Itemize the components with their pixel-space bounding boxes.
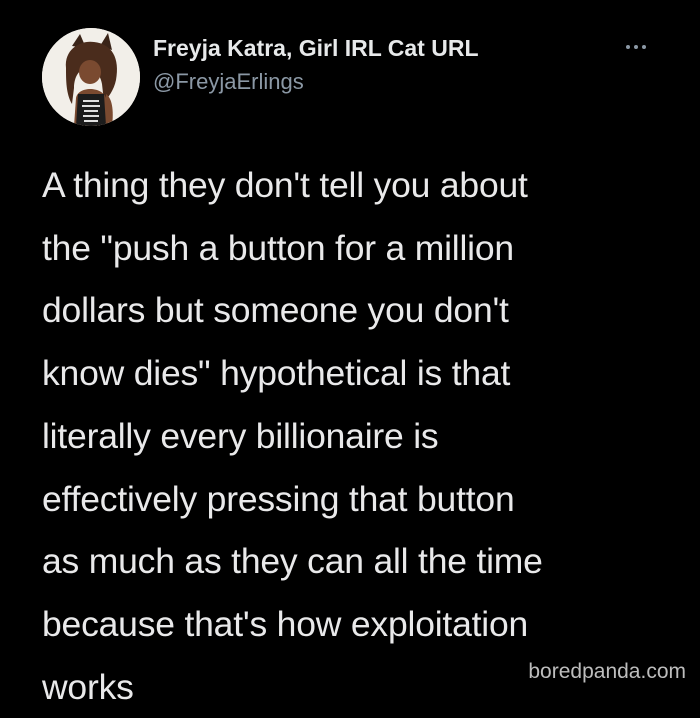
tweet-text-line: literally every billionaire is xyxy=(42,415,439,456)
tweet-text-line: as much as they can all the time xyxy=(42,541,543,582)
more-options-button[interactable] xyxy=(614,36,658,58)
tweet-text: A thing they don't tell you about the "p… xyxy=(42,154,662,718)
more-dots-icon xyxy=(642,45,646,49)
tweet-text-line: effectively pressing that button xyxy=(42,478,515,519)
tweet-text-line: A thing they don't tell you about xyxy=(42,165,528,205)
tweet-text-line: the "push a button for a million xyxy=(42,227,514,268)
more-dots-icon xyxy=(626,45,630,49)
tweet-text-line: know dies" hypothetical is that xyxy=(42,353,511,394)
tweet-text-line: because that's how exploitation xyxy=(42,603,529,644)
more-dots-icon xyxy=(634,45,638,49)
avatar[interactable] xyxy=(42,28,140,126)
avatar-illustration xyxy=(42,28,140,126)
tweet-text-line: dollars but someone you don't xyxy=(42,290,509,331)
source-watermark: boredpanda.com xyxy=(528,660,686,683)
author-handle[interactable]: @FreyjaErlings xyxy=(153,69,304,95)
author-display-name[interactable]: Freyja Katra, Girl IRL Cat URL xyxy=(153,35,479,62)
